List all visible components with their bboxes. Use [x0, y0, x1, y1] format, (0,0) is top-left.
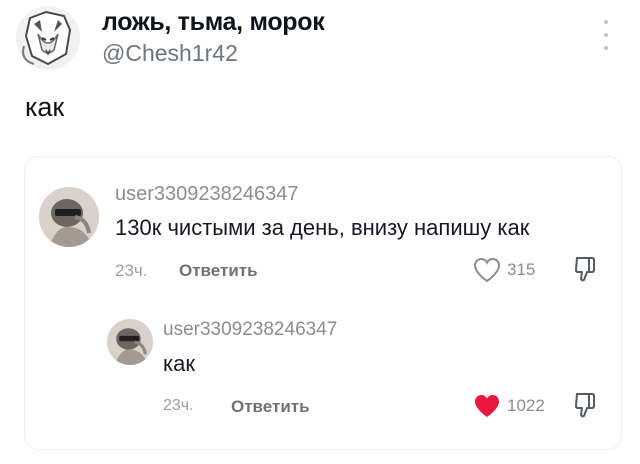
like-count: 315: [507, 260, 536, 279]
comment-username[interactable]: user3309238246347: [163, 319, 337, 341]
heart-outline-icon: [473, 257, 501, 283]
thumbs-down-icon: [575, 257, 595, 282]
comment-avatar[interactable]: [39, 187, 99, 247]
reply-button[interactable]: Ответить: [179, 261, 258, 281]
comment-time: 23ч.: [163, 397, 194, 414]
author-handle[interactable]: @Chesh1r42: [102, 40, 238, 67]
comment-text: 130к чистыми за день, внизу напишу как: [115, 215, 530, 240]
dislike-button[interactable]: [573, 391, 597, 424]
thumbs-down-icon: [575, 393, 595, 418]
statue-avatar-icon: [107, 319, 153, 365]
reply-button[interactable]: Ответить: [231, 397, 310, 417]
comments-screenshot-card: user3309238246347 130к чистыми за день, …: [24, 156, 622, 450]
comment-text: как: [163, 351, 195, 376]
heart-filled-icon: [475, 395, 499, 417]
fox-mask-emblem-icon: [22, 10, 72, 66]
comment-time: 23ч.: [115, 261, 148, 280]
post-text: как: [25, 92, 65, 122]
like-count: 1022: [507, 396, 545, 415]
comment-avatar[interactable]: [107, 319, 153, 365]
author-avatar[interactable]: [16, 6, 80, 70]
author-display-name[interactable]: ложь, тьма, морок: [102, 8, 325, 37]
comment-username[interactable]: user3309238246347: [115, 183, 299, 206]
like-button[interactable]: 315: [473, 257, 535, 283]
more-vertical-icon[interactable]: [598, 20, 614, 50]
dislike-button[interactable]: [573, 255, 597, 288]
like-button[interactable]: 1022: [473, 393, 545, 419]
statue-avatar-icon: [39, 187, 99, 247]
